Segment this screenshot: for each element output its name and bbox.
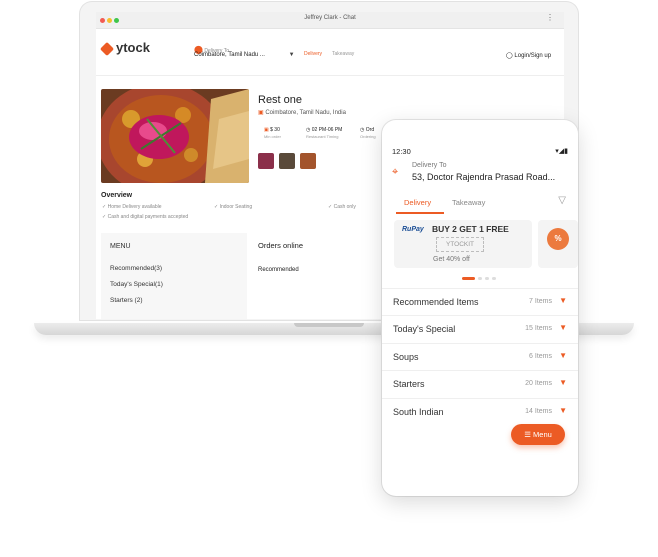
menu-button-label: Menu: [533, 430, 552, 439]
category-name: Soups: [393, 352, 419, 362]
status-icons: ▾◢▮: [555, 148, 568, 155]
carousel-dot-active[interactable]: [462, 277, 475, 280]
tab-delivery[interactable]: Delivery: [404, 198, 431, 207]
overview-item: ✓ Cash only: [328, 204, 356, 210]
stat-value: 02 PM-06 PM: [311, 127, 343, 133]
menu-item-todays-special[interactable]: Today's Special(1): [110, 281, 163, 288]
status-time: 12:30: [392, 147, 411, 156]
category-count: 15 Items: [525, 325, 552, 332]
site-header: ytock ⬤ Delivery To Coimbatore, Tamil Na…: [96, 29, 564, 76]
restaurant-location-text: Coimbatore, Tamil Nadu, India: [265, 110, 346, 116]
category-row[interactable]: Recommended Items 7 Items ▼: [382, 288, 578, 316]
user-icon: ◯: [506, 53, 513, 59]
category-row[interactable]: South Indian 14 Items ▼: [382, 398, 578, 426]
category-count: 6 Items: [529, 353, 552, 360]
filter-icon[interactable]: ▽: [558, 195, 566, 206]
discount-badge-icon: %: [547, 228, 569, 250]
tab-active-indicator: [396, 212, 444, 214]
overview-item-text: Indoor Seating: [219, 204, 253, 210]
category-count: 7 Items: [529, 298, 552, 305]
overview-item: ✓ Home Delivery available: [102, 204, 162, 210]
logo-icon: [99, 41, 115, 57]
chevron-down-icon: ▼: [559, 351, 567, 360]
stat-timing: ◷ 02 PM-06 PM Restaurant Timing: [306, 127, 342, 139]
overview-item: ✓ Indoor Seating: [214, 204, 253, 210]
gallery-thumb[interactable]: [258, 153, 274, 169]
offer-subtitle: Get 40% off: [433, 256, 470, 263]
mobile-phone: 12:30 ▾◢▮ ⌖ Delivery To 53, Doctor Rajen…: [382, 120, 578, 496]
category-name: Today's Special: [393, 324, 456, 334]
stat-ordering: ◷ Ord Ordering: [360, 127, 376, 139]
delivery-to-label: Delivery To: [412, 162, 447, 169]
stat-label: Restaurant Timing: [306, 134, 339, 139]
chevron-down-icon: ▼: [288, 52, 295, 58]
orders-online-title: Orders online: [258, 241, 304, 250]
carousel-dot[interactable]: [478, 277, 482, 280]
login-label: Login/Sign up: [514, 53, 552, 59]
stat-min-order: ▣ $ 30 Min order: [264, 127, 281, 139]
location-pin-icon: ⌖: [392, 166, 399, 178]
mode-takeaway-tab[interactable]: Takeaway: [332, 51, 354, 57]
menu-item-recommended[interactable]: Recommended(3): [110, 265, 162, 272]
delivery-address-text: Coimbatore, Tamil Nadu ...: [194, 52, 265, 58]
carousel-dot[interactable]: [492, 277, 496, 280]
category-name: Recommended Items: [393, 297, 479, 307]
overview-item-text: Cash and digital payments accepted: [107, 214, 189, 220]
more-vert-icon[interactable]: ⋮: [546, 13, 554, 22]
delivery-address-select[interactable]: Coimbatore, Tamil Nadu ... ▼: [194, 52, 295, 58]
overview-item-text: Cash only: [333, 204, 356, 210]
chevron-down-icon: ▼: [559, 296, 567, 305]
clock-icon: ◷: [360, 127, 365, 133]
laptop-notch: [294, 323, 364, 327]
brand-logo[interactable]: ytock: [116, 40, 150, 55]
gallery-thumb[interactable]: [279, 153, 295, 169]
category-name: South Indian: [393, 407, 444, 417]
login-button[interactable]: ◯ Login/Sign up: [506, 52, 551, 59]
stat-label: Ordering: [360, 134, 376, 139]
chevron-down-icon: ▼: [559, 406, 567, 415]
menu-button[interactable]: ☰ Menu: [511, 424, 565, 445]
delivery-address[interactable]: 53, Doctor Rajendra Prasad Road...: [412, 172, 555, 182]
rupay-logo: RuPay: [402, 226, 424, 233]
chevron-down-icon: ▼: [559, 323, 567, 332]
menu-lines-icon: ☰: [524, 430, 531, 439]
tab-takeaway[interactable]: Takeaway: [452, 198, 485, 207]
category-row[interactable]: Today's Special 15 Items ▼: [382, 315, 578, 343]
offer-code[interactable]: YTOCKIT: [436, 237, 484, 252]
map-icon: ▣: [258, 110, 264, 116]
carousel-dot[interactable]: [485, 277, 489, 280]
bag-icon: ▣: [264, 127, 269, 133]
stat-value: Ord: [365, 127, 375, 133]
overview-item: ✓ Cash and digital payments accepted: [102, 214, 189, 220]
clock-icon: ◷: [306, 127, 311, 133]
category-row[interactable]: Starters 20 Items ▼: [382, 370, 578, 398]
restaurant-name: Rest one: [258, 94, 303, 106]
window-title: Jeffrey Clark - Chat: [304, 15, 356, 21]
restaurant-hero-image: [101, 89, 249, 183]
category-row[interactable]: Soups 6 Items ▼: [382, 343, 578, 371]
stat-label: Min order: [264, 134, 281, 139]
browser-titlebar: Jeffrey Clark - Chat ⋮: [96, 12, 564, 29]
category-count: 20 Items: [525, 380, 552, 387]
category-count: 14 Items: [525, 408, 552, 415]
menu-title: MENU: [110, 243, 131, 250]
stat-value: $ 30: [270, 127, 280, 133]
overview-title: Overview: [101, 192, 133, 199]
chevron-down-icon: ▼: [559, 378, 567, 387]
category-name: Starters: [393, 379, 425, 389]
restaurant-location: ▣ Coimbatore, Tamil Nadu, India: [258, 109, 346, 116]
menu-item-starters[interactable]: Starters (2): [110, 297, 143, 304]
overview-item-text: Home Delivery available: [107, 204, 162, 210]
recommended-heading: Recommended: [258, 267, 299, 273]
mode-delivery-tab[interactable]: Delivery: [304, 51, 322, 57]
offer-title: BUY 2 GET 1 FREE: [432, 224, 509, 234]
gallery-thumb[interactable]: [300, 153, 316, 169]
